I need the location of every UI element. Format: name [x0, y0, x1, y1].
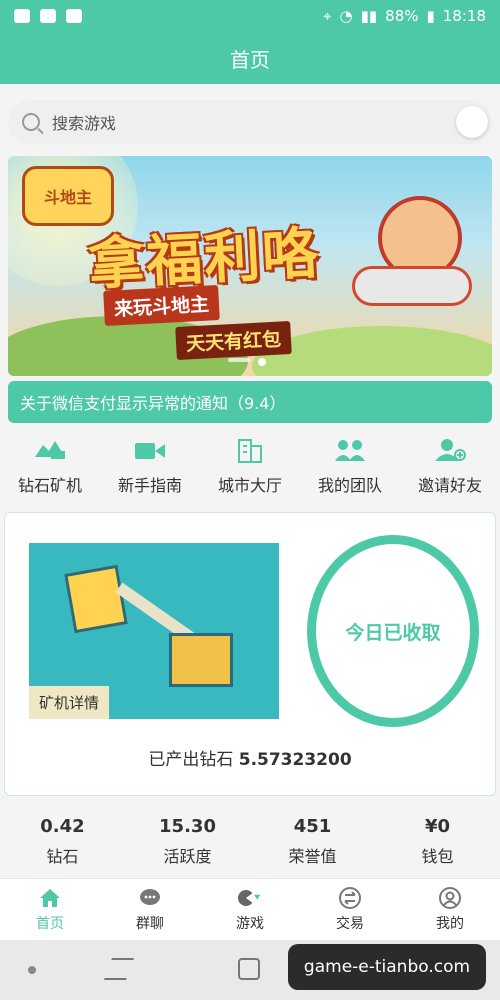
battery-icon: ▮ [426, 7, 435, 25]
nav-diamond-mine[interactable]: 钻石矿机 [0, 436, 100, 502]
search-bar[interactable]: 搜索游戏 [8, 100, 492, 144]
stat-value: 0.42 [40, 816, 85, 837]
produced-label: 已产出钻石 [148, 750, 234, 770]
status-bar: ⌖ ◔ ▮▮ 88% ▮ 18:18 [0, 0, 500, 32]
location-icon: ⌖ [323, 7, 332, 25]
tab-trade[interactable]: 交易 [300, 879, 400, 940]
stat-value: 15.30 [159, 816, 216, 837]
nav-beginner-guide[interactable]: 新手指南 [100, 436, 200, 502]
stats-row: 0.42 钻石 15.30 活跃度 451 荣誉值 ¥0 钱包 [0, 816, 500, 872]
produced-value: 5.57323200 [238, 750, 352, 770]
search-placeholder: 搜索游戏 [52, 114, 117, 133]
tab-label: 游戏 [236, 915, 264, 932]
tab-label: 首页 [36, 915, 64, 932]
system-menu-icon[interactable] [28, 966, 36, 974]
diamond-mine-icon [33, 436, 67, 464]
nav-my-team[interactable]: 我的团队 [300, 436, 400, 502]
produced-diamonds: 已产出钻石 5.57323200 [5, 745, 495, 770]
search-toggle[interactable] [456, 106, 488, 138]
image-icon [66, 9, 82, 23]
signal-icon: ▮▮ [360, 7, 378, 25]
battery-percent: 88% [385, 7, 419, 25]
stat-honor[interactable]: 451 荣誉值 [258, 816, 368, 872]
add-user-icon [433, 436, 467, 464]
nav-city-hall[interactable]: 城市大厅 [200, 436, 300, 502]
search-icon [22, 113, 40, 131]
exchange-icon [338, 886, 362, 909]
promo-banner[interactable]: 斗地主 拿福利咯 来玩斗地主 天天有红包 [8, 156, 492, 376]
stat-label: 钱包 [421, 847, 454, 866]
stat-activity[interactable]: 15.30 活跃度 [133, 816, 243, 872]
tab-label: 交易 [336, 915, 364, 932]
stat-wallet[interactable]: ¥0 钱包 [383, 816, 493, 872]
machine-details-button[interactable]: 矿机详情 [29, 686, 110, 719]
wifi-icon: ◔ [339, 7, 353, 25]
nav-label: 钻石矿机 [17, 476, 82, 495]
stat-label: 钻石 [46, 847, 79, 866]
home-button-icon[interactable] [238, 958, 260, 980]
profile-icon [438, 886, 462, 909]
machine-block [64, 564, 128, 634]
watermark: game-e-tianbo.com [288, 944, 486, 990]
banner-subtitle: 天天有红包 [175, 321, 292, 360]
recent-apps-icon[interactable] [103, 958, 135, 980]
banner-pagination [228, 358, 266, 366]
notification-icon [14, 9, 30, 23]
tab-label: 群聊 [136, 915, 164, 932]
video-camera-icon [133, 436, 167, 464]
chat-icon [138, 887, 162, 909]
nav-invite-friends[interactable]: 邀请好友 [400, 436, 500, 502]
nav-label: 邀请好友 [417, 476, 482, 495]
pagination-dot [228, 358, 250, 362]
tab-home[interactable]: 首页 [0, 879, 100, 940]
mining-card: 矿机详情 今日已收取 已产出钻石 5.57323200 [4, 512, 496, 796]
tab-label: 我的 [436, 915, 464, 932]
collect-status-ring[interactable]: 今日已收取 [307, 535, 479, 727]
nav-label: 城市大厅 [217, 476, 282, 495]
tab-profile[interactable]: 我的 [400, 879, 500, 940]
mining-machine-image[interactable]: 矿机详情 [29, 543, 279, 719]
game-icon [238, 887, 262, 909]
clock: 18:18 [442, 7, 486, 25]
stat-label: 活跃度 [163, 847, 212, 866]
page-header: 首页 [0, 32, 500, 84]
banner-logo: 斗地主 [22, 166, 114, 226]
message-icon [40, 9, 56, 23]
stat-label: 荣誉值 [288, 847, 337, 866]
tab-games[interactable]: 游戏 [200, 879, 300, 940]
nav-label: 新手指南 [117, 476, 182, 495]
building-icon [233, 436, 267, 464]
status-left [14, 9, 82, 23]
nav-label: 我的团队 [317, 476, 382, 495]
banner-rocket [352, 266, 472, 306]
team-icon [333, 436, 367, 464]
pagination-dot-active [258, 358, 266, 366]
stat-diamonds[interactable]: 0.42 钻石 [8, 816, 118, 872]
home-icon [38, 887, 62, 909]
quick-nav: 钻石矿机 新手指南 城市大厅 我的团队 邀请好友 [0, 436, 500, 502]
page-title: 首页 [230, 47, 270, 72]
collect-status: 今日已收取 [345, 621, 441, 644]
notice-text: 关于微信支付显示异常的通知（9.4） [20, 394, 286, 413]
banner-subtitle: 来玩斗地主 [103, 285, 220, 326]
machine-block [169, 633, 233, 687]
stat-value: ¥0 [424, 816, 451, 837]
notice-bar[interactable]: 关于微信支付显示异常的通知（9.4） [8, 381, 492, 423]
tab-group-chat[interactable]: 群聊 [100, 879, 200, 940]
bottom-tab-bar: 首页 群聊 游戏 交易 我的 [0, 878, 500, 940]
status-right: ⌖ ◔ ▮▮ 88% ▮ 18:18 [323, 7, 486, 25]
stat-value: 451 [293, 816, 332, 837]
